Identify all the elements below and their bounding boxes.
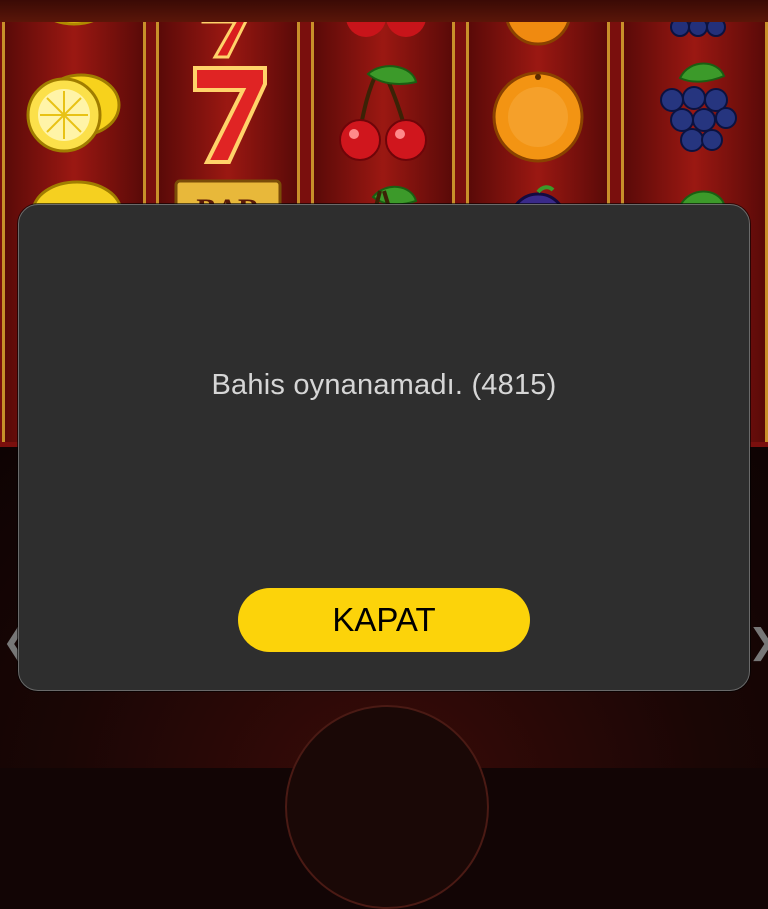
top-decoration (0, 0, 768, 22)
lemon-symbol (5, 22, 143, 42)
error-message: Bahis oynanamadı. (4815) (211, 369, 557, 401)
close-button[interactable]: KAPAT (238, 588, 530, 652)
orange-symbol (469, 62, 607, 202)
spin-button[interactable] (285, 705, 489, 909)
error-dialog: Bahis oynanamadı. (4815) KAPAT (18, 204, 750, 691)
grapes-symbol (624, 58, 765, 198)
chevron-right-icon[interactable]: ❯ (748, 622, 768, 662)
